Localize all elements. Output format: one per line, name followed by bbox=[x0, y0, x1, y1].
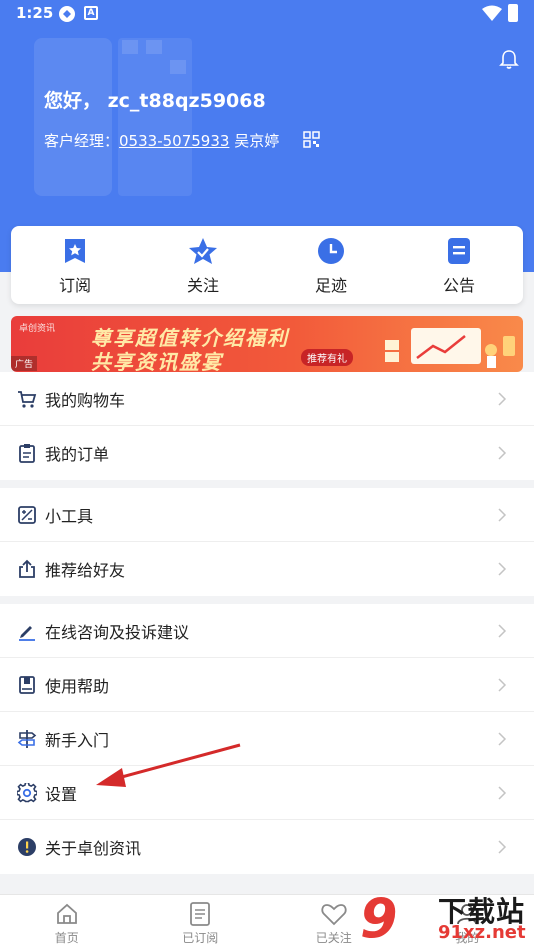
menu-item-label: 关于卓创资讯 bbox=[45, 839, 142, 858]
status-bar: 1:25 A bbox=[0, 0, 534, 28]
menu-item-consult[interactable]: 在线咨询及投诉建议 bbox=[0, 604, 534, 658]
quick-action-subscribe[interactable]: 订阅 bbox=[11, 226, 139, 304]
menu-item-label: 我的购物车 bbox=[45, 390, 126, 410]
menu-item-label: 新手入门 bbox=[45, 730, 110, 750]
signpost-icon bbox=[17, 729, 37, 748]
quick-action-notice[interactable]: 公告 bbox=[395, 226, 523, 304]
home-icon bbox=[56, 903, 77, 924]
menu-group-support: 在线咨询及投诉建议 使用帮助 新手入门 设置 关于卓创资讯 bbox=[0, 604, 534, 874]
order-clipboard-icon bbox=[19, 444, 35, 463]
battery-icon bbox=[508, 4, 518, 22]
tab-label: 已关注 bbox=[315, 931, 352, 945]
menu-item-label: 设置 bbox=[45, 784, 78, 804]
star-check-icon bbox=[189, 238, 217, 264]
gear-icon bbox=[17, 782, 37, 802]
chevron-right-icon bbox=[498, 732, 507, 746]
help-book-icon bbox=[19, 675, 35, 694]
promo-banner[interactable]: 卓创资讯 尊享超值转介绍福利 共享资讯盛宴 推荐有礼 广告 bbox=[11, 316, 523, 372]
chevron-right-icon bbox=[498, 392, 507, 406]
menu-item-settings[interactable]: 设置 bbox=[0, 766, 534, 820]
menu-item-about[interactable]: 关于卓创资讯 bbox=[0, 820, 534, 874]
tab-label: 已订阅 bbox=[182, 931, 219, 945]
header-decoration bbox=[34, 38, 112, 196]
pen-icon bbox=[19, 625, 35, 641]
menu-group-shopping: 我的购物车 我的订单 bbox=[0, 372, 534, 480]
banner-subheadline: 共享资讯盛宴 bbox=[91, 350, 223, 372]
quick-actions-card: 订阅 关注 足迹 公告 bbox=[11, 226, 523, 304]
banner-illustration bbox=[385, 328, 515, 368]
menu-item-orders[interactable]: 我的订单 bbox=[0, 426, 534, 480]
menu-item-label: 我的订单 bbox=[45, 445, 110, 464]
share-icon bbox=[19, 559, 35, 578]
chevron-right-icon bbox=[498, 446, 507, 460]
greeting-text: 您好， zc_t88qz59068 bbox=[44, 90, 266, 112]
banner-logo-text: 卓创资讯 bbox=[19, 324, 56, 334]
chevron-right-icon bbox=[498, 840, 507, 854]
chevron-right-icon bbox=[498, 786, 507, 800]
quick-action-label: 足迹 bbox=[314, 276, 347, 295]
banner-tag: 推荐有礼 bbox=[301, 349, 353, 366]
manager-phone-link[interactable]: 0533-5075933 bbox=[119, 132, 229, 150]
clock-icon bbox=[318, 238, 344, 264]
chevron-right-icon bbox=[498, 562, 507, 576]
notice-doc-icon bbox=[448, 238, 470, 264]
wifi-icon bbox=[482, 5, 502, 21]
notification-icon: A bbox=[84, 6, 98, 20]
sync-icon bbox=[59, 6, 75, 22]
menu-item-cart[interactable]: 我的购物车 bbox=[0, 372, 534, 426]
tab-label: 首页 bbox=[54, 931, 79, 945]
menu-item-label: 使用帮助 bbox=[45, 676, 110, 696]
ad-label: 广告 bbox=[11, 356, 38, 371]
menu-item-label: 小工具 bbox=[45, 506, 94, 526]
status-time: 1:25 bbox=[16, 4, 54, 22]
heart-icon bbox=[321, 904, 347, 926]
quick-action-history[interactable]: 足迹 bbox=[267, 226, 395, 304]
star-badge-icon bbox=[65, 239, 85, 263]
quick-action-follow[interactable]: 关注 bbox=[139, 226, 267, 304]
chevron-right-icon bbox=[498, 624, 507, 638]
menu-item-label: 在线咨询及投诉建议 bbox=[45, 622, 190, 642]
chevron-right-icon bbox=[498, 678, 507, 692]
tab-subscribed[interactable]: 已订阅 bbox=[134, 895, 268, 950]
menu-item-help[interactable]: 使用帮助 bbox=[0, 658, 534, 712]
header-decoration bbox=[146, 40, 162, 54]
quick-action-label: 公告 bbox=[442, 276, 475, 295]
watermark-number: 9 bbox=[360, 887, 398, 950]
site-watermark: 9 下载站 91xz.net bbox=[360, 888, 534, 950]
bell-icon[interactable] bbox=[498, 48, 520, 70]
chevron-right-icon bbox=[498, 508, 507, 522]
tab-home[interactable]: 首页 bbox=[0, 895, 134, 950]
header-decoration bbox=[122, 40, 138, 54]
manager-label: 客户经理： bbox=[44, 132, 120, 150]
qr-code-icon[interactable] bbox=[303, 131, 320, 148]
account-manager: 客户经理：0533-5075933 吴京婷 bbox=[44, 130, 279, 151]
menu-group-tools: 小工具 推荐给好友 bbox=[0, 488, 534, 596]
tools-icon bbox=[18, 505, 36, 524]
menu-item-label: 推荐给好友 bbox=[45, 561, 126, 580]
quick-action-label: 关注 bbox=[186, 276, 219, 295]
menu-item-tools[interactable]: 小工具 bbox=[0, 488, 534, 542]
cart-icon bbox=[18, 390, 37, 408]
quick-action-label: 订阅 bbox=[58, 276, 91, 295]
watermark-url: 91xz.net bbox=[438, 922, 526, 943]
subscribed-icon bbox=[190, 902, 211, 926]
menu-item-beginner[interactable]: 新手入门 bbox=[0, 712, 534, 766]
info-icon bbox=[18, 838, 36, 856]
menu-item-recommend[interactable]: 推荐给好友 bbox=[0, 542, 534, 596]
header-decoration bbox=[170, 60, 186, 74]
manager-name: 吴京婷 bbox=[234, 132, 280, 150]
